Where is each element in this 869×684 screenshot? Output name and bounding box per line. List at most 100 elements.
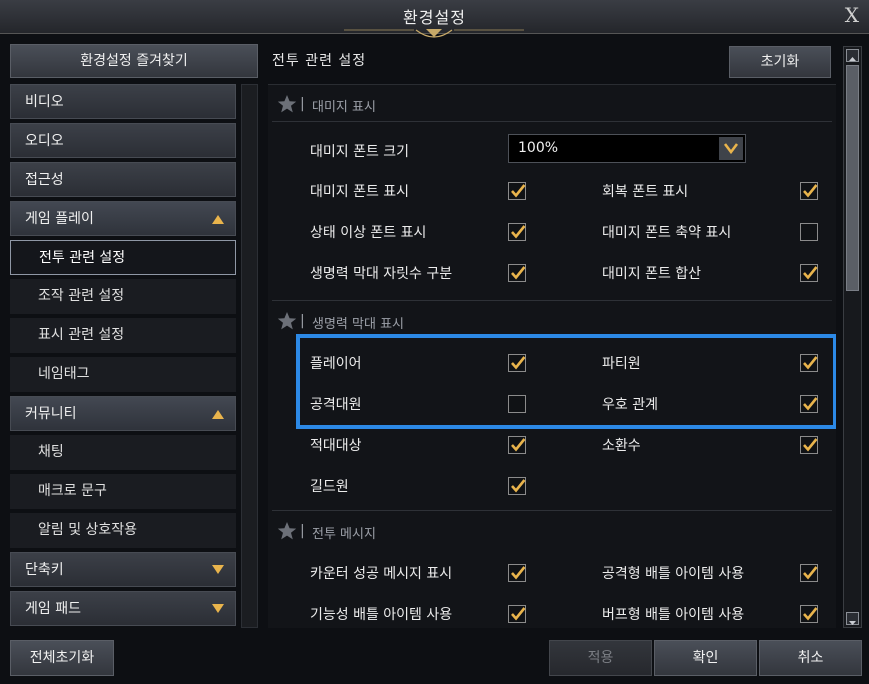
title-ornament	[344, 29, 524, 38]
option-label: 기능성 배틀 아이템 사용	[310, 607, 453, 623]
nav-item[interactable]: 비디오	[10, 84, 236, 119]
nav-item-label: 전투 관련 설정	[39, 250, 126, 266]
nav-item[interactable]: 조작 관련 설정	[10, 279, 236, 314]
option-label: 파티원	[602, 356, 641, 372]
chevron-up-icon[interactable]	[211, 407, 225, 421]
nav-item-label: 커뮤니티	[25, 406, 77, 422]
nav-item-label: 비디오	[25, 94, 64, 110]
nav-scrollbar[interactable]	[241, 84, 258, 628]
option-label: 길드원	[310, 479, 349, 495]
option-checkbox[interactable]	[800, 395, 818, 413]
favorite-star-icon[interactable]	[276, 93, 298, 115]
nav-item-label: 게임 패드	[25, 601, 81, 617]
option-checkbox[interactable]	[508, 564, 526, 582]
option-label: 생명력 막대 자릿수 구분	[310, 266, 453, 282]
panel-scrollbar[interactable]	[843, 46, 862, 628]
reset-button[interactable]: 초기화	[729, 46, 831, 78]
nav-item[interactable]: 단축키	[10, 552, 236, 587]
nav-item[interactable]: 표시 관련 설정	[10, 318, 236, 353]
scroll-up-button[interactable]	[846, 49, 859, 62]
scroll-down-button[interactable]	[846, 612, 859, 625]
option-checkbox[interactable]	[508, 436, 526, 454]
option-checkbox[interactable]	[508, 605, 526, 623]
nav-item[interactable]: 매크로 문구	[10, 474, 236, 509]
favorite-star-icon[interactable]	[276, 310, 298, 332]
separator: |	[300, 523, 305, 539]
option-checkbox[interactable]	[508, 223, 526, 241]
option-checkbox[interactable]	[800, 564, 818, 582]
option-label: 상태 이상 폰트 표시	[310, 225, 427, 241]
section-title: 전투 메시지	[312, 527, 376, 542]
option-label: 공격형 배틀 아이템 사용	[602, 566, 745, 582]
option-checkbox[interactable]	[800, 605, 818, 623]
option-label: 적대대상	[310, 438, 362, 454]
option-checkbox[interactable]	[508, 182, 526, 200]
nav-item-label: 게임 플레이	[25, 211, 94, 227]
divider	[272, 510, 832, 511]
chevron-down-icon[interactable]	[719, 137, 743, 160]
reset-all-button[interactable]: 전체초기화	[10, 640, 114, 676]
option-checkbox[interactable]	[508, 264, 526, 282]
chevron-down-icon[interactable]	[211, 602, 225, 616]
selection-highlight	[296, 334, 836, 429]
nav-item[interactable]: 접근성	[10, 162, 236, 197]
favorite-star-icon[interactable]	[276, 520, 298, 542]
nav-item[interactable]: 오디오	[10, 123, 236, 158]
category-nav: 비디오오디오접근성게임 플레이전투 관련 설정조작 관련 설정표시 관련 설정네…	[10, 84, 236, 628]
option-checkbox[interactable]	[800, 264, 818, 282]
option-label: 버프형 배틀 아이템 사용	[602, 607, 745, 623]
nav-item[interactable]: 게임 플레이	[10, 201, 236, 236]
option-checkbox[interactable]	[800, 223, 818, 241]
option-checkbox[interactable]	[508, 354, 526, 372]
nav-item[interactable]: 네임태그	[10, 357, 236, 392]
nav-item-label: 조작 관련 설정	[38, 288, 125, 304]
option-label: 카운터 성공 메시지 표시	[310, 566, 453, 582]
apply-button[interactable]: 적용	[549, 640, 652, 676]
option-label: 우호 관계	[602, 397, 658, 413]
select-value: 100%	[518, 140, 559, 156]
confirm-button[interactable]: 확인	[654, 640, 757, 676]
section-title: 대미지 표시	[312, 100, 376, 115]
nav-item[interactable]: 커뮤니티	[10, 396, 236, 431]
chevron-up-icon[interactable]	[211, 212, 225, 226]
nav-item[interactable]: 전투 관련 설정	[10, 240, 236, 275]
cancel-button[interactable]: 취소	[759, 640, 862, 676]
option-label: 대미지 폰트 축약 표시	[602, 225, 732, 241]
option-label: 대미지 폰트 표시	[310, 184, 410, 200]
separator: |	[300, 313, 305, 329]
nav-item-label: 네임태그	[38, 366, 90, 382]
nav-item-label: 오디오	[25, 133, 64, 149]
nav-item[interactable]: 게임 패드	[10, 591, 236, 626]
nav-item-label: 표시 관련 설정	[38, 327, 125, 343]
panel-title: 전투 관련 설정	[272, 53, 367, 69]
nav-item-label: 단축키	[25, 562, 64, 578]
nav-item[interactable]: 알림 및 상호작용	[10, 513, 236, 548]
nav-item-label: 알림 및 상호작용	[38, 522, 138, 538]
option-label: 소환수	[602, 438, 641, 454]
nav-item-label: 매크로 문구	[38, 483, 107, 499]
nav-item-label: 채팅	[38, 444, 64, 460]
option-label: 공격대원	[310, 397, 362, 413]
scroll-thumb[interactable]	[846, 65, 859, 291]
nav-item-label: 접근성	[25, 172, 64, 188]
damage-font-size-select[interactable]: 100%	[508, 134, 746, 163]
option-label: 플레이어	[310, 356, 362, 372]
option-checkbox[interactable]	[508, 395, 526, 413]
option-label: 회복 폰트 표시	[602, 184, 689, 200]
option-checkbox[interactable]	[800, 436, 818, 454]
option-checkbox[interactable]	[800, 354, 818, 372]
chevron-down-icon[interactable]	[211, 563, 225, 577]
nav-item[interactable]: 채팅	[10, 435, 236, 470]
settings-panel: | 대미지 표시 대미지 폰트 크기 100% | 생명력 막대 표시 | 전투…	[268, 84, 836, 628]
section-title: 생명력 막대 표시	[312, 317, 404, 332]
favorites-button[interactable]: 환경설정 즐겨찾기	[10, 44, 258, 78]
damage-font-size-label: 대미지 폰트 크기	[310, 144, 410, 160]
option-checkbox[interactable]	[508, 477, 526, 495]
divider	[272, 300, 832, 301]
window-title: 환경설정	[403, 8, 466, 27]
option-label: 대미지 폰트 합산	[602, 266, 702, 282]
divider	[272, 121, 832, 122]
option-checkbox[interactable]	[800, 182, 818, 200]
separator: |	[300, 96, 305, 112]
close-button[interactable]: X	[845, 3, 859, 27]
